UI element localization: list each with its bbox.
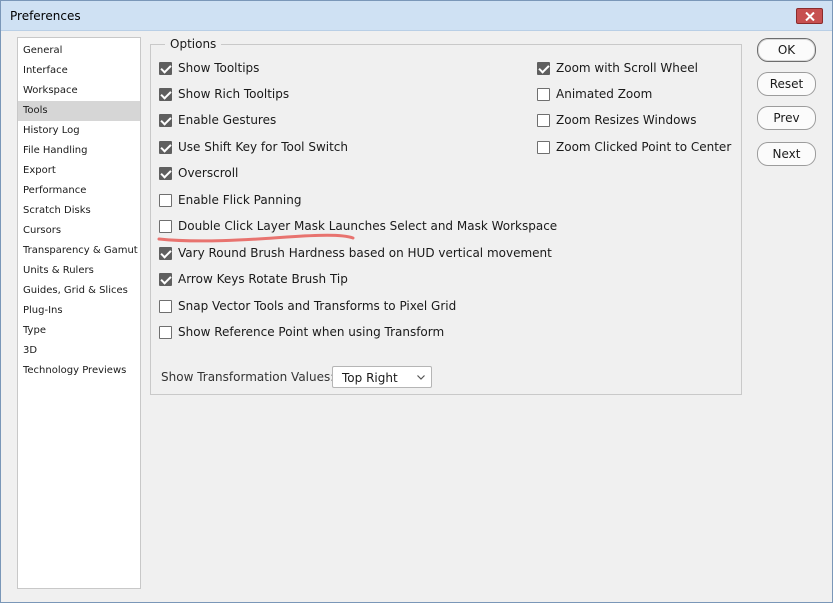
transformation-values-select[interactable]: Top Right — [332, 366, 432, 388]
checkbox-label: Vary Round Brush Hardness based on HUD v… — [178, 246, 552, 260]
checkbox-label: Zoom Clicked Point to Center — [556, 140, 732, 154]
select-value: Top Right — [342, 371, 398, 385]
option-vary-round-brush-hardness[interactable]: Vary Round Brush Hardness based on HUD v… — [159, 244, 552, 262]
checkbox[interactable] — [159, 61, 172, 75]
checkbox[interactable] — [159, 193, 172, 207]
sidebar-item-3d[interactable]: 3D — [18, 341, 140, 361]
close-button[interactable] — [796, 8, 823, 24]
checkbox-label: Show Reference Point when using Transfor… — [178, 325, 445, 339]
checkbox[interactable] — [159, 87, 172, 101]
transformation-values-label: Show Transformation Values: — [161, 370, 335, 384]
sidebar-item-plug-ins[interactable]: Plug-Ins — [18, 301, 140, 321]
checkbox-label: Show Tooltips — [178, 61, 260, 75]
red-underline-annotation — [157, 233, 355, 243]
option-overscroll[interactable]: Overscroll — [159, 164, 238, 182]
sidebar-item-transparency-gamut[interactable]: Transparency & Gamut — [18, 241, 140, 261]
preferences-dialog: Preferences General Interface Workspace … — [0, 0, 833, 603]
checkbox[interactable] — [159, 272, 172, 286]
preferences-category-list: General Interface Workspace Tools Histor… — [17, 37, 141, 589]
option-show-rich-tooltips[interactable]: Show Rich Tooltips — [159, 85, 289, 103]
option-animated-zoom[interactable]: Animated Zoom — [537, 85, 652, 103]
checkbox[interactable] — [537, 140, 550, 154]
option-zoom-resizes-windows[interactable]: Zoom Resizes Windows — [537, 111, 697, 129]
option-arrow-keys-rotate-brush[interactable]: Arrow Keys Rotate Brush Tip — [159, 270, 348, 288]
option-zoom-clicked-point-to-center[interactable]: Zoom Clicked Point to Center — [537, 138, 731, 156]
checkbox-label: Enable Flick Panning — [178, 193, 302, 207]
sidebar-item-file-handling[interactable]: File Handling — [18, 141, 140, 161]
checkbox-label: Snap Vector Tools and Transforms to Pixe… — [178, 299, 457, 313]
chevron-down-icon — [417, 375, 425, 380]
window-title: Preferences — [10, 9, 81, 23]
next-button[interactable]: Next — [757, 142, 816, 166]
checkbox[interactable] — [159, 246, 172, 260]
checkbox[interactable] — [159, 166, 172, 180]
checkbox[interactable] — [159, 113, 172, 127]
checkbox[interactable] — [159, 325, 172, 339]
options-group-legend: Options — [165, 37, 222, 51]
checkbox-label: Animated Zoom — [556, 87, 653, 101]
checkbox-label: Zoom Resizes Windows — [556, 113, 697, 127]
sidebar-item-type[interactable]: Type — [18, 321, 140, 341]
checkbox[interactable] — [159, 140, 172, 154]
checkbox-label: Zoom with Scroll Wheel — [556, 61, 698, 75]
sidebar-item-workspace[interactable]: Workspace — [18, 81, 140, 101]
option-snap-vector-tools[interactable]: Snap Vector Tools and Transforms to Pixe… — [159, 297, 456, 315]
sidebar-item-general[interactable]: General — [18, 41, 140, 61]
option-enable-flick-panning[interactable]: Enable Flick Panning — [159, 191, 301, 209]
ok-button[interactable]: OK — [757, 38, 816, 62]
sidebar-item-cursors[interactable]: Cursors — [18, 221, 140, 241]
checkbox[interactable] — [537, 87, 550, 101]
reset-button[interactable]: Reset — [757, 72, 816, 96]
sidebar-item-technology-previews[interactable]: Technology Previews — [18, 361, 140, 381]
option-enable-gestures[interactable]: Enable Gestures — [159, 111, 276, 129]
checkbox[interactable] — [537, 113, 550, 127]
checkbox-label: Use Shift Key for Tool Switch — [178, 140, 349, 154]
sidebar-item-interface[interactable]: Interface — [18, 61, 140, 81]
checkbox-label: Overscroll — [178, 166, 239, 180]
checkbox-label: Show Rich Tooltips — [178, 87, 290, 101]
sidebar-item-guides-grid-slices[interactable]: Guides, Grid & Slices — [18, 281, 140, 301]
sidebar-item-history-log[interactable]: History Log — [18, 121, 140, 141]
option-show-reference-point[interactable]: Show Reference Point when using Transfor… — [159, 323, 444, 341]
sidebar-item-export[interactable]: Export — [18, 161, 140, 181]
checkbox[interactable] — [159, 299, 172, 313]
checkbox-label: Enable Gestures — [178, 113, 277, 127]
prev-button[interactable]: Prev — [757, 106, 816, 130]
checkbox-label: Arrow Keys Rotate Brush Tip — [178, 272, 348, 286]
close-icon — [805, 12, 815, 21]
title-bar: Preferences — [1, 1, 832, 31]
option-use-shift-key-tool-switch[interactable]: Use Shift Key for Tool Switch — [159, 138, 348, 156]
sidebar-item-scratch-disks[interactable]: Scratch Disks — [18, 201, 140, 221]
sidebar-item-tools[interactable]: Tools — [18, 101, 140, 121]
sidebar-item-performance[interactable]: Performance — [18, 181, 140, 201]
option-show-tooltips[interactable]: Show Tooltips — [159, 59, 259, 77]
checkbox[interactable] — [537, 61, 550, 75]
sidebar-item-units-rulers[interactable]: Units & Rulers — [18, 261, 140, 281]
option-zoom-with-scroll-wheel[interactable]: Zoom with Scroll Wheel — [537, 59, 698, 77]
